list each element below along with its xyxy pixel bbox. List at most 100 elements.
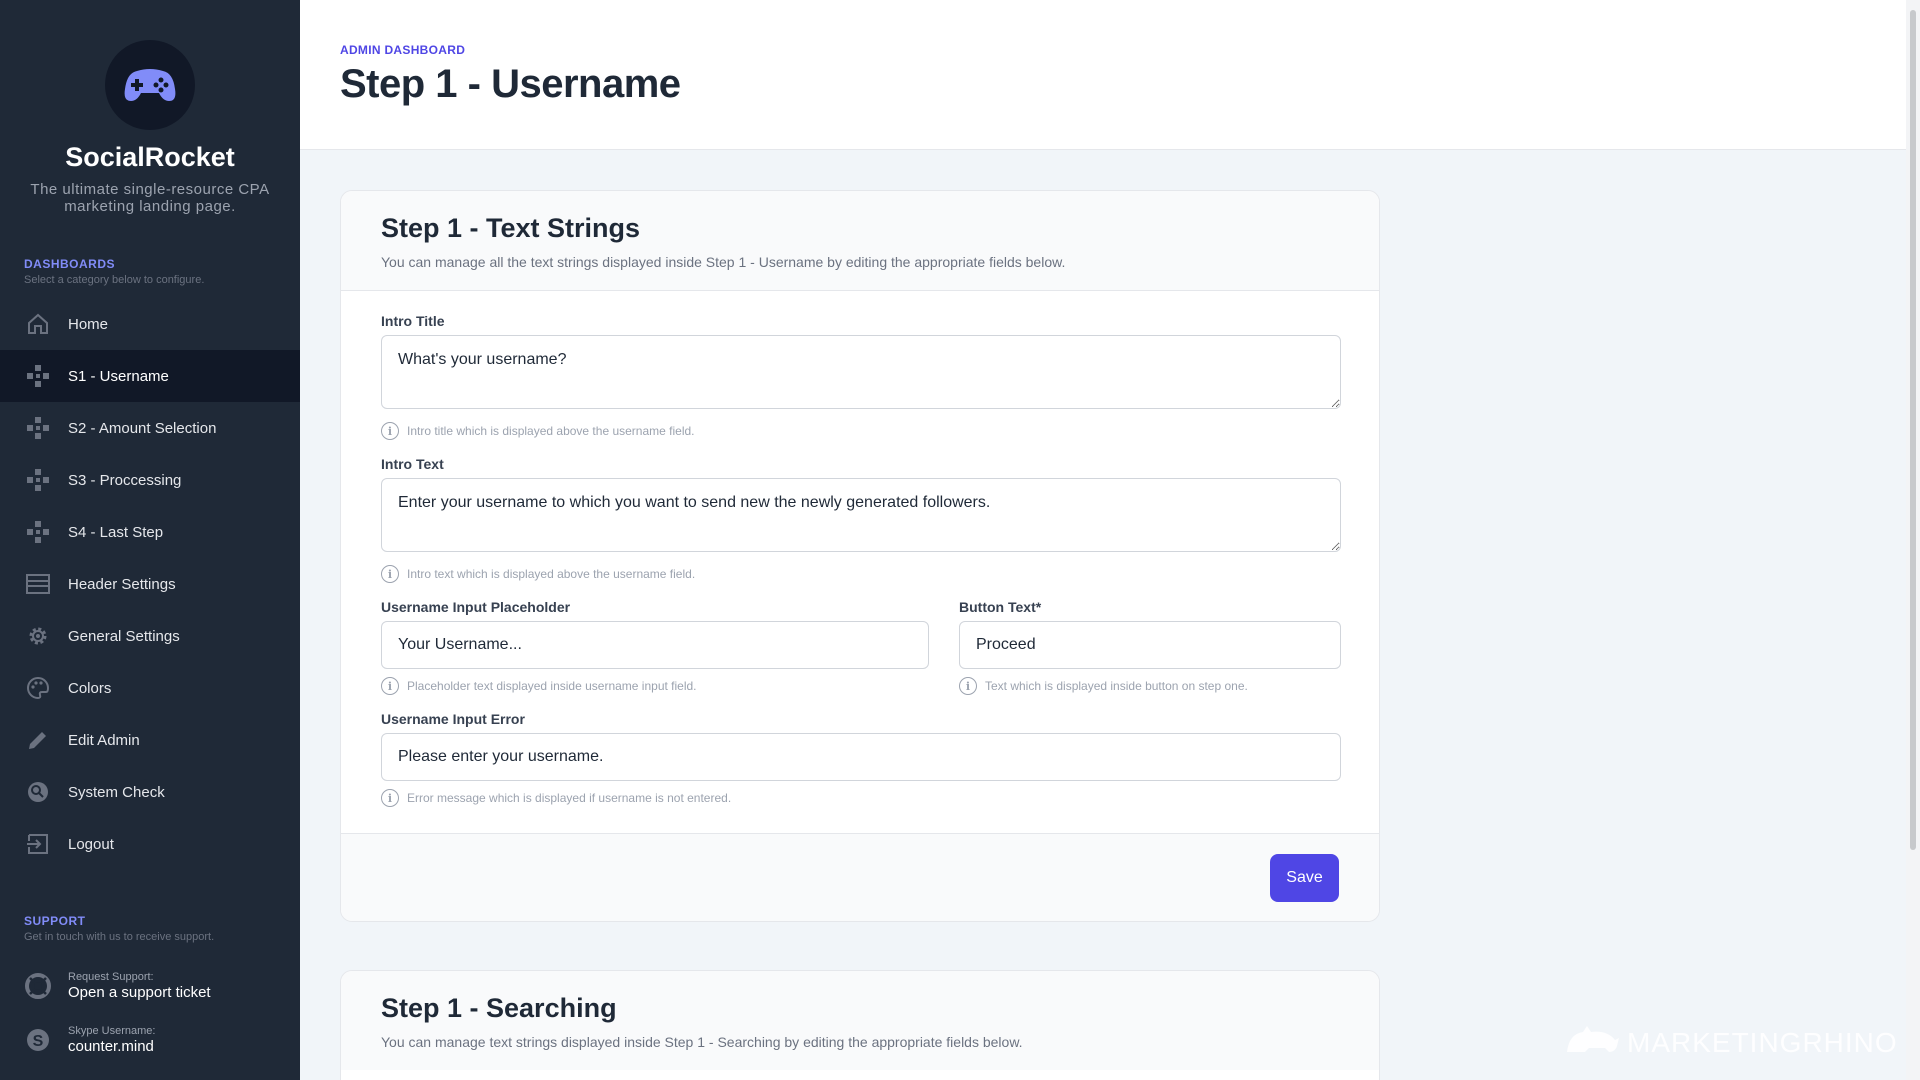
nav-item-label: System Check — [68, 783, 165, 801]
field-label: Username Input Placeholder — [381, 599, 571, 615]
info-icon: i — [959, 677, 977, 695]
rhino-logo-icon — [1565, 1024, 1621, 1061]
nav-item-label: Logout — [68, 835, 114, 853]
nav-item-home[interactable]: Home — [0, 298, 300, 350]
placeholder-button-row: Username Input Placeholder i Placeholder… — [381, 599, 1341, 711]
nav-item-label: S1 - Username — [68, 367, 169, 385]
nav-item-s1-username[interactable]: S1 - Username — [0, 350, 300, 402]
username-error-input[interactable] — [381, 733, 1341, 781]
card-body: Intro Title What's your username? i Intr… — [341, 291, 1379, 833]
step-icon — [24, 518, 52, 546]
page-scrollbar[interactable] — [1906, 0, 1920, 1080]
dashboards-section-head: DASHBOARDS Select a category below to co… — [0, 257, 300, 286]
info-icon: i — [381, 565, 399, 583]
nav-item-s4-last-step[interactable]: S4 - Last Step — [0, 506, 300, 558]
dashboards-title: DASHBOARDS — [24, 257, 116, 271]
brand-tagline: The ultimate single-resource CPA marketi… — [30, 181, 270, 215]
nav-item-label: S4 - Last Step — [68, 523, 164, 541]
nav-item-label: Edit Admin — [68, 731, 140, 749]
check-icon — [24, 778, 52, 806]
help-text: i Intro text which is displayed above th… — [381, 565, 1339, 583]
nav-item-label: S2 - Amount Selection — [68, 419, 217, 437]
skype-caption: Skype Username: — [68, 1025, 156, 1037]
button-text-field: Button Text* i Text which is displayed i… — [959, 599, 1341, 695]
watermark: MARKETINGRHINO — [1565, 1024, 1898, 1061]
nav-item-colors[interactable]: Colors — [0, 662, 300, 714]
nav-item-header-settings[interactable]: Header Settings — [0, 558, 300, 610]
gear-icon — [24, 622, 52, 650]
watermark-text: MARKETINGRHINO — [1627, 1026, 1898, 1058]
lifebuoy-icon — [24, 972, 52, 1000]
card-footer: Save — [341, 833, 1379, 921]
help-text-label: Intro title which is displayed above the… — [407, 424, 695, 438]
nav-item-label: Header Settings — [68, 575, 176, 593]
button-text-input[interactable] — [959, 621, 1341, 669]
card-description: You can manage all the text strings disp… — [381, 254, 1066, 270]
help-text-label: Error message which is displayed if user… — [407, 791, 732, 805]
gamepad-logo-icon — [105, 40, 195, 130]
field-label: Username Input Error — [381, 711, 525, 727]
page-header: ADMIN DASHBOARD Step 1 - Username — [300, 0, 1920, 150]
step-icon — [24, 362, 52, 390]
help-text: i Placeholder text displayed inside user… — [381, 677, 929, 695]
nav-item-edit-admin[interactable]: Edit Admin — [0, 714, 300, 766]
skype-username-link[interactable]: S Skype Username: counter.mind — [0, 1013, 300, 1067]
nav-item-general-settings[interactable]: General Settings — [0, 610, 300, 662]
nav-item-label: S3 - Proccessing — [68, 471, 182, 489]
save-button[interactable]: Save — [1270, 853, 1339, 902]
support-subtitle: Get in touch with us to receive support. — [24, 931, 215, 943]
logout-icon — [24, 830, 52, 858]
dashboards-subtitle: Select a category below to configure. — [24, 274, 205, 286]
card-title: Step 1 - Searching — [381, 993, 617, 1023]
support-ticket-caption: Request Support: — [68, 971, 154, 983]
nav-item-label: Colors — [68, 679, 112, 697]
help-text: i Intro title which is displayed above t… — [381, 422, 1339, 440]
text-strings-card: Step 1 - Text Strings You can manage all… — [340, 190, 1380, 922]
sidebar: SocialRocket The ultimate single-resourc… — [0, 0, 300, 1080]
support-title: SUPPORT — [24, 914, 86, 928]
info-icon: i — [381, 789, 399, 807]
svg-text:S: S — [33, 1033, 44, 1050]
card-header: Step 1 - Searching You can manage text s… — [341, 971, 1379, 1070]
field-label: Button Text* — [959, 599, 1042, 615]
username-placeholder-input[interactable] — [381, 621, 929, 669]
info-icon: i — [381, 422, 399, 440]
nav-item-label: General Settings — [68, 627, 180, 645]
home-icon — [24, 310, 52, 338]
field-label: Intro Text — [381, 456, 444, 472]
brand-name: SocialRocket — [65, 142, 235, 172]
field-label: Intro Title — [381, 313, 445, 329]
breadcrumb[interactable]: ADMIN DASHBOARD — [340, 43, 465, 57]
username-error-field: Username Input Error i Error message whi… — [381, 711, 1341, 807]
nav-item-system-check[interactable]: System Check — [0, 766, 300, 818]
info-icon: i — [381, 677, 399, 695]
brand: SocialRocket The ultimate single-resourc… — [0, 0, 300, 215]
intro-text-textarea[interactable]: Enter your username to which you want to… — [381, 478, 1341, 552]
step-icon — [24, 414, 52, 442]
dashboard-nav: Home S1 - Username S2 - Amount Selection… — [0, 298, 300, 870]
searching-card: Step 1 - Searching You can manage text s… — [340, 970, 1380, 1080]
skype-icon: S — [24, 1026, 52, 1054]
palette-icon — [24, 674, 52, 702]
page-title: Step 1 - Username — [340, 62, 681, 106]
help-text-label: Placeholder text displayed inside userna… — [407, 679, 697, 693]
nav-item-s2-amount-selection[interactable]: S2 - Amount Selection — [0, 402, 300, 454]
skype-username: counter.mind — [68, 1038, 154, 1055]
intro-title-field: Intro Title What's your username? i Intr… — [381, 313, 1341, 440]
help-text: i Error message which is displayed if us… — [381, 789, 1339, 807]
nav-item-label: Home — [68, 315, 109, 333]
scrollbar-thumb[interactable] — [1910, 10, 1916, 850]
card-title: Step 1 - Text Strings — [381, 213, 641, 243]
nav-item-logout[interactable]: Logout — [0, 818, 300, 870]
step-icon — [24, 466, 52, 494]
header-icon — [24, 570, 52, 598]
help-text-label: Intro text which is displayed above the … — [407, 567, 696, 581]
pencil-icon — [24, 726, 52, 754]
card-header: Step 1 - Text Strings You can manage all… — [341, 191, 1379, 291]
intro-title-textarea[interactable]: What's your username? — [381, 335, 1341, 409]
nav-item-s3-proccessing[interactable]: S3 - Proccessing — [0, 454, 300, 506]
help-text: i Text which is displayed inside button … — [959, 677, 1341, 695]
intro-text-field: Intro Text Enter your username to which … — [381, 456, 1341, 583]
support-ticket-link[interactable]: Request Support: Open a support ticket — [0, 959, 300, 1013]
help-text-label: Text which is displayed inside button on… — [985, 679, 1248, 693]
